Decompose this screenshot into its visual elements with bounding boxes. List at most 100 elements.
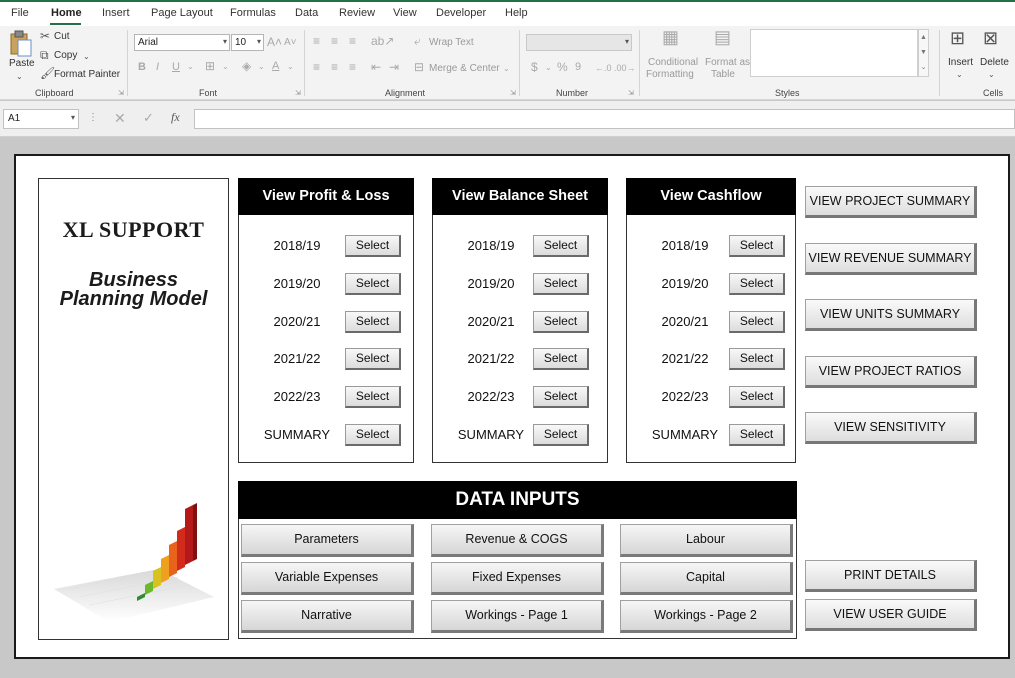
parameters-button[interactable]: Parameters [241,524,414,557]
select-button[interactable]: Select [533,424,589,446]
chevron-down-icon[interactable]: ⌄ [956,68,963,82]
bold-icon[interactable]: B [138,60,146,74]
conditional-formatting-button[interactable]: Conditional [648,57,698,68]
select-button[interactable]: Select [345,386,401,408]
select-button[interactable]: Select [729,348,785,370]
number-launcher-icon[interactable]: ⇲ [628,89,634,97]
chevron-down-icon[interactable]: ⌄ [287,60,294,74]
tab-insert[interactable]: Insert [102,7,130,19]
cut-button[interactable]: Cut [54,31,70,42]
tab-file[interactable]: File [11,7,29,19]
insert-function-icon[interactable]: fx [171,110,180,125]
cancel-entry-icon[interactable]: ✕ [114,110,126,127]
tab-home[interactable]: Home [51,7,82,19]
view-sensitivity-button[interactable]: VIEW SENSITIVITY [805,412,977,444]
print-details-button[interactable]: PRINT DETAILS [805,560,977,592]
select-button[interactable]: Select [729,386,785,408]
align-left-icon[interactable]: ≡ [313,60,320,74]
decrease-indent-icon[interactable]: ⇤ [371,60,381,74]
formula-input[interactable] [194,109,1015,129]
currency-icon[interactable]: $ [531,60,538,74]
percent-icon[interactable]: % [557,60,568,74]
underline-icon[interactable]: U [172,60,180,74]
orientation-icon[interactable]: ab↗ [371,34,394,48]
increase-font-icon[interactable]: A˄ [267,35,282,49]
view-revenue-summary-button[interactable]: VIEW REVENUE SUMMARY [805,243,977,275]
insert-cells-button[interactable]: Insert [948,57,973,68]
select-button[interactable]: Select [533,348,589,370]
chevron-down-icon[interactable]: ⌄ [503,62,510,76]
align-right-icon[interactable]: ≡ [349,60,356,74]
align-bottom-icon[interactable]: ≡ [349,34,356,48]
italic-icon[interactable]: I [156,60,159,74]
font-name-combo[interactable]: Arial ▾ [134,34,230,51]
select-button[interactable]: Select [345,424,401,446]
styles-gallery-scroll[interactable]: ▲ ▼ ⌄ [918,29,929,77]
decrease-font-icon[interactable]: A˅ [284,36,297,50]
tab-developer[interactable]: Developer [436,7,486,19]
wrap-text-button[interactable]: Wrap Text [429,37,474,48]
merge-center-button[interactable]: Merge & Center [429,63,500,74]
copy-button[interactable]: Copy [54,50,77,61]
clipboard-launcher-icon[interactable]: ⇲ [118,89,124,97]
format-as-table-button[interactable]: Format as [705,57,750,68]
select-button[interactable]: Select [729,424,785,446]
comma-style-icon[interactable]: 9 [575,60,581,74]
chevron-down-icon[interactable]: ⌄ [545,61,552,75]
select-button[interactable]: Select [533,386,589,408]
tab-view[interactable]: View [393,7,417,19]
select-button[interactable]: Select [533,311,589,333]
tab-page-layout[interactable]: Page Layout [151,7,213,19]
select-button[interactable]: Select [533,273,589,295]
tab-review[interactable]: Review [339,7,375,19]
chevron-down-icon[interactable]: ⌄ [187,60,194,74]
increase-decimal-icon[interactable]: ←.0 [595,61,612,75]
select-button[interactable]: Select [729,311,785,333]
chevron-down-icon[interactable]: ⌄ [988,68,995,82]
align-top-icon[interactable]: ≡ [313,34,320,48]
tab-help[interactable]: Help [505,7,528,19]
view-units-summary-button[interactable]: VIEW UNITS SUMMARY [805,299,977,331]
font-color-icon[interactable]: A [272,59,279,73]
view-user-guide-button[interactable]: VIEW USER GUIDE [805,599,977,631]
alignment-launcher-icon[interactable]: ⇲ [510,89,516,97]
revenue-cogs-button[interactable]: Revenue & COGS [431,524,604,557]
variable-expenses-button[interactable]: Variable Expenses [241,562,414,595]
select-button[interactable]: Select [729,235,785,257]
tab-formulas[interactable]: Formulas [230,7,276,19]
align-center-icon[interactable]: ≡ [331,60,338,74]
increase-indent-icon[interactable]: ⇥ [389,60,399,74]
tab-data[interactable]: Data [295,7,318,19]
format-painter-button[interactable]: Format Painter [54,69,120,80]
chevron-down-icon[interactable]: ⌄ [258,60,265,74]
select-button[interactable]: Select [729,273,785,295]
font-launcher-icon[interactable]: ⇲ [295,89,301,97]
select-button[interactable]: Select [345,311,401,333]
workings-page-2-button[interactable]: Workings - Page 2 [620,600,793,633]
copy-dropdown-icon[interactable]: ⌄ [83,50,90,64]
cell-styles-gallery[interactable] [750,29,918,77]
capital-button[interactable]: Capital [620,562,793,595]
confirm-entry-icon[interactable]: ✓ [143,110,154,126]
select-button[interactable]: Select [345,235,401,257]
font-size-combo[interactable]: 10 ▾ [231,34,264,51]
align-middle-icon[interactable]: ≡ [331,34,338,48]
fill-color-icon[interactable]: ◈ [242,59,251,73]
decrease-decimal-icon[interactable]: .00→ [614,61,636,75]
name-box[interactable]: A1 ▾ [3,109,79,129]
period-label: 2020/21 [467,314,515,329]
narrative-button[interactable]: Narrative [241,600,414,633]
number-format-combo[interactable]: ▾ [526,34,632,51]
borders-icon[interactable]: ⊞ [205,59,215,73]
workings-page-1-button[interactable]: Workings - Page 1 [431,600,604,633]
view-project-ratios-button[interactable]: VIEW PROJECT RATIOS [805,356,977,388]
delete-cells-button[interactable]: Delete [980,57,1009,68]
formula-bar: A1 ▾ ⋮ ✕ ✓ fx [0,101,1015,137]
fixed-expenses-button[interactable]: Fixed Expenses [431,562,604,595]
view-project-summary-button[interactable]: VIEW PROJECT SUMMARY [805,186,977,218]
labour-button[interactable]: Labour [620,524,793,557]
select-button[interactable]: Select [345,273,401,295]
select-button[interactable]: Select [345,348,401,370]
select-button[interactable]: Select [533,235,589,257]
chevron-down-icon[interactable]: ⌄ [222,60,229,74]
